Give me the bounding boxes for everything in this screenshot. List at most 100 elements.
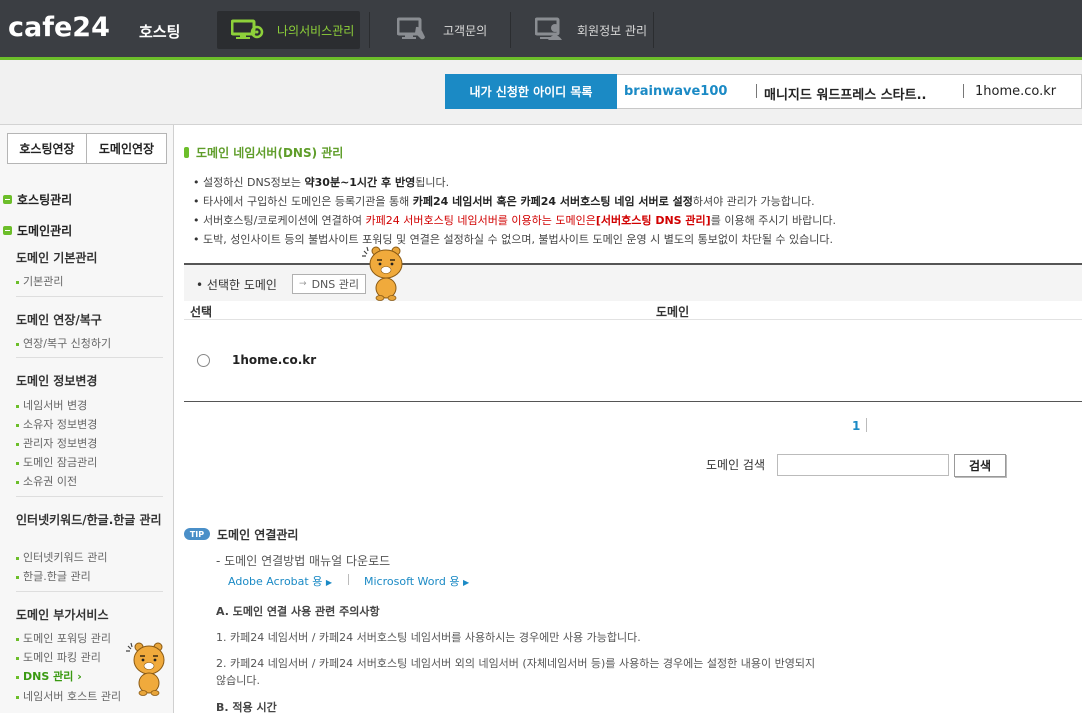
notice-red: 카페24 서버호스팅 네임서버를 이용하는 도메인은: [365, 214, 596, 227]
sidebar-link-transfer[interactable]: 소유권 이전: [16, 473, 77, 489]
nav-divider: [653, 12, 654, 48]
sidebar-link-parking[interactable]: 도메인 파킹 관리: [16, 649, 101, 665]
account-id[interactable]: brainwave100: [624, 84, 727, 99]
sidebar-link-ns-host[interactable]: 네임서버 호스트 관리: [16, 688, 121, 704]
minus-icon: [3, 195, 12, 204]
account-list-label: 내가 신청한 아이디 목록: [445, 74, 617, 109]
account-divider: [963, 84, 964, 98]
nav-member-info[interactable]: 회원정보 관리: [534, 11, 648, 49]
sidebar-group-title: 도메인 부가서비스: [16, 608, 109, 622]
sidebar-link-basic[interactable]: 기본관리: [16, 273, 63, 289]
caret-right-icon: ▶: [325, 578, 332, 587]
guide-item: 2. 카페24 네임서버 / 카페24 서버호스팅 네임서버 외의 네임서버 (…: [216, 657, 816, 687]
service-manage-icon: [230, 18, 265, 43]
notice-bold: 약30분~1시간 후 반영: [304, 176, 416, 189]
domain-radio[interactable]: [197, 354, 210, 367]
notice-text: 를 이용해 주시기 바랍니다.: [710, 214, 837, 227]
notice-bold: 카페24 네임서버 혹은 카페24 서버호스팅 네임 서버로 설정: [412, 195, 693, 208]
sidebar-link-lock[interactable]: 도메인 잠금관리: [16, 454, 97, 470]
sidebar-section-hosting[interactable]: 호스팅관리: [3, 191, 72, 208]
page-number[interactable]: 1: [852, 419, 860, 433]
nav-label: 고객문의: [443, 23, 488, 38]
account-divider: [756, 84, 757, 98]
sidebar-group-title: 인터넷키워드/한글.한글 관리: [16, 513, 162, 527]
notice-item: 도박, 성인사이트 등의 불법사이트 포워딩 및 연결은 설정하실 수 없으며,…: [193, 231, 833, 247]
nav-customer-support[interactable]: 고객문의: [396, 11, 488, 49]
sidebar-section-domain[interactable]: 도메인관리: [3, 222, 72, 239]
ryan-mascot-icon: [125, 640, 167, 699]
sidebar-divider: [16, 591, 163, 592]
sidebar-section-label: 도메인관리: [17, 224, 73, 238]
link-label: Adobe Acrobat 용: [228, 575, 323, 588]
search-button[interactable]: 검색: [954, 454, 1006, 477]
tip-badge: TIP: [184, 528, 210, 540]
link-label: Microsoft Word 용: [364, 575, 460, 588]
notice-text: 도박, 성인사이트 등의 불법사이트 포워딩 및 연결은 설정하실 수 없으며,…: [203, 233, 834, 246]
notice-text: 설정하신 DNS정보는: [203, 176, 305, 189]
sidebar-divider: [16, 357, 163, 358]
sidebar-divider: [16, 496, 163, 497]
account-domain[interactable]: 1home.co.kr: [975, 84, 1056, 99]
guide-item: 1. 카페24 네임서버 / 카페24 서버호스팅 네임서버를 사용하시는 경우…: [216, 631, 641, 644]
notice-text: 됩니다.: [415, 176, 450, 189]
title-marker-icon: [184, 147, 189, 158]
dns-manage-button[interactable]: → DNS 관리: [292, 274, 366, 294]
link-divider: [348, 574, 349, 585]
cafe24-logo[interactable]: cafe24: [8, 12, 110, 43]
sidebar-link-nameserver[interactable]: 네임서버 변경: [16, 397, 87, 413]
word-download-link[interactable]: Microsoft Word 용 ▶: [364, 573, 469, 589]
notice-item: 서버호스팅/코로케이션에 연결하여 카페24 서버호스팅 네임서버를 이용하는 …: [193, 212, 836, 228]
minus-icon: [3, 226, 12, 235]
sidebar-link-keyword[interactable]: 인터넷키워드 관리: [16, 549, 107, 565]
hosting-renew-button[interactable]: 호스팅연장: [7, 133, 87, 164]
member-info-icon: [534, 17, 565, 44]
notice-text: 하셔야 관리가 가능합니다.: [692, 195, 815, 208]
notice-item: 설정하신 DNS정보는 약30분~1시간 후 반영됩니다.: [193, 174, 449, 190]
notice-text: 서버호스팅/코로케이션에 연결하여: [203, 214, 366, 227]
manual-download-label: - 도메인 연결방법 매뉴얼 다운로드: [216, 554, 391, 568]
table-cell-domain: 1home.co.kr: [232, 353, 317, 367]
sidebar-group-title: 도메인 정보변경: [16, 374, 98, 388]
column-header-domain: 도메인: [656, 305, 690, 319]
nav-label: 나의서비스관리: [277, 23, 355, 38]
tip-title: 도메인 연결관리: [217, 528, 299, 542]
customer-support-icon: [396, 17, 431, 44]
sidebar-link-hangul[interactable]: 한글.한글 관리: [16, 568, 91, 584]
acrobat-download-link[interactable]: Adobe Acrobat 용 ▶: [228, 573, 332, 589]
guide-heading-a: A. 도메인 연결 사용 관련 주의사항: [216, 605, 380, 618]
caret-right-icon: ▶: [462, 578, 470, 587]
logo-subtitle: 호스팅: [139, 23, 181, 41]
pager-divider: [866, 418, 867, 432]
sidebar-link-label: DNS 관리: [23, 670, 74, 683]
domain-search-input[interactable]: [777, 454, 949, 476]
page-title-text: 도메인 네임서버(DNS) 관리: [196, 146, 344, 160]
nav-label: 회원정보 관리: [577, 23, 648, 38]
ryan-mascot-icon: [362, 243, 406, 304]
domain-search-label: 도메인 검색: [706, 458, 766, 472]
selected-domain-label: • 선택한 도메인: [196, 278, 277, 292]
sidebar-section-label: 호스팅관리: [17, 193, 73, 207]
sidebar-link-renew[interactable]: 연장/복구 신청하기: [16, 335, 111, 351]
sidebar-group-title: 도메인 기본관리: [16, 251, 98, 265]
table-header-divider: [184, 319, 1082, 320]
notice-red-bold: [서버호스팅 DNS 관리]: [595, 214, 711, 227]
chevron-right-icon: ›: [77, 670, 82, 683]
nav-divider: [510, 12, 511, 48]
sidebar-tabs: 호스팅연장 도메인연장: [7, 133, 167, 164]
sidebar-link-dns[interactable]: DNS 관리 ›: [16, 668, 82, 684]
account-plan[interactable]: 매니지드 워드프레스 스타트..: [764, 84, 926, 103]
arrow-right-icon: →: [299, 279, 307, 289]
domain-renew-button[interactable]: 도메인연장: [87, 133, 167, 164]
nav-my-service[interactable]: 나의서비스관리: [217, 11, 360, 49]
notice-text: 타사에서 구입하신 도메인은 등록기관을 통해: [203, 195, 413, 208]
column-header-select: 선택: [190, 305, 213, 319]
nav-divider: [369, 12, 370, 48]
sidebar-link-admin[interactable]: 관리자 정보변경: [16, 435, 97, 451]
sidebar-group-title: 도메인 연장/복구: [16, 313, 102, 327]
sidebar-divider: [16, 296, 163, 297]
sidebar-link-forwarding[interactable]: 도메인 포워딩 관리: [16, 630, 111, 646]
dns-manage-label: DNS 관리: [311, 278, 359, 291]
sidebar-link-owner[interactable]: 소유자 정보변경: [16, 416, 97, 432]
notice-item: 타사에서 구입하신 도메인은 등록기관을 통해 카페24 네임서버 혹은 카페2…: [193, 193, 815, 209]
page-title: 도메인 네임서버(DNS) 관리: [184, 144, 343, 161]
